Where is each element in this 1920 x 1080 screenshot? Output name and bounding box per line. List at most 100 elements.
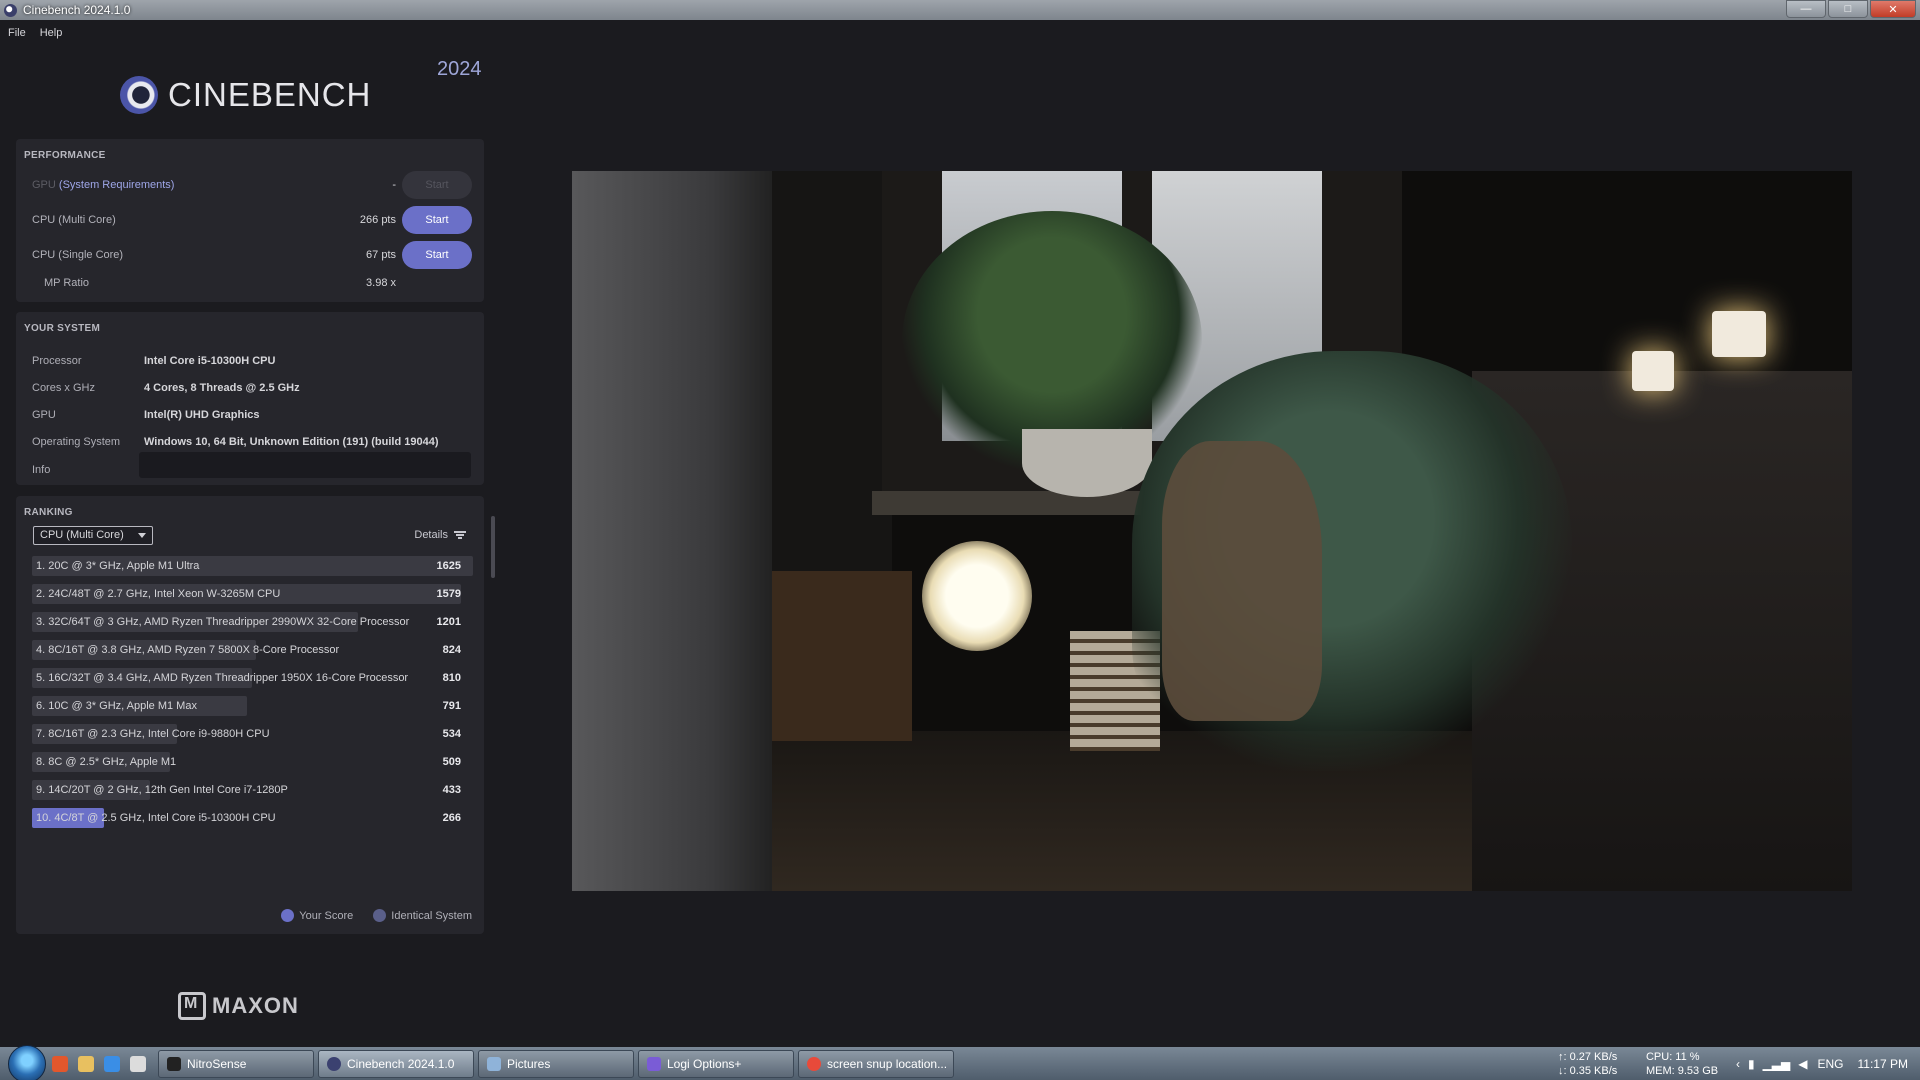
identical-system-dot-icon	[373, 909, 387, 922]
system-tray: ↑: 0.27 KB/s ↓: 0.35 KB/s CPU: 11 % MEM:…	[1558, 1047, 1920, 1080]
cpu-multi-label: CPU (Multi Core)	[32, 214, 116, 226]
system-key: Cores x GHz	[32, 382, 95, 394]
render-preview-image	[572, 171, 1852, 891]
network-speed: ↑: 0.27 KB/s ↓: 0.35 KB/s	[1558, 1050, 1638, 1078]
gpu-score: -	[392, 179, 396, 191]
taskbar-label: screen snup location...	[827, 1056, 948, 1071]
scrollbar[interactable]	[491, 516, 495, 578]
battery-icon[interactable]: ▮	[1748, 1057, 1755, 1071]
legend-your-score: Your Score	[281, 909, 353, 922]
ranking-name: 7. 8C/16T @ 2.3 GHz, Intel Core i9-9880H…	[36, 728, 270, 740]
ranking-row[interactable]: 4. 8C/16T @ 3.8 GHz, AMD Ryzen 7 5800X 8…	[32, 640, 473, 660]
language-indicator[interactable]: ENG	[1818, 1057, 1844, 1071]
browser-icon	[807, 1056, 821, 1071]
gear-icon[interactable]	[130, 1055, 146, 1072]
ranking-score: 824	[442, 644, 461, 656]
ranking-row[interactable]: 7. 8C/16T @ 2.3 GHz, Intel Core i9-9880H…	[32, 724, 473, 744]
taskbar-label: Cinebench 2024.1.0	[347, 1056, 455, 1071]
ranking-row[interactable]: 2. 24C/48T @ 2.7 GHz, Intel Xeon W-3265M…	[32, 584, 473, 604]
taskbar-pictures[interactable]: Pictures	[478, 1049, 634, 1078]
ranking-score: 791	[442, 700, 461, 712]
ranking-score: 509	[442, 756, 461, 768]
system-key: Operating System	[32, 436, 121, 448]
taskbar-nitrosense[interactable]: NitroSense	[158, 1049, 314, 1078]
system-value: Windows 10, 64 Bit, Unknown Edition (191…	[144, 436, 439, 448]
details-label: Details	[414, 529, 448, 541]
ranking-name: 3. 32C/64T @ 3 GHz, AMD Ryzen Threadripp…	[36, 616, 410, 628]
taskbar-label: Pictures	[507, 1056, 551, 1071]
ranking-name: 1. 20C @ 3* GHz, Apple M1 Ultra	[36, 560, 200, 572]
menu-file[interactable]: File	[8, 27, 26, 39]
ranking-name: 6. 10C @ 3* GHz, Apple M1 Max	[36, 700, 197, 712]
system-key: GPU	[32, 409, 56, 421]
maxon-logo-icon	[178, 992, 206, 1020]
cpu-single-row: CPU (Single Core) 67 pts Start	[16, 241, 484, 269]
close-button[interactable]: ✕	[1870, 0, 1916, 18]
ranking-row[interactable]: 9. 14C/20T @ 2 GHz, 12th Gen Intel Core …	[32, 780, 473, 800]
menu-help[interactable]: Help	[40, 27, 63, 39]
show-hidden-icons-chevron-icon[interactable]: ‹	[1736, 1057, 1740, 1071]
gpu-label: GPU (System Requirements)	[32, 179, 174, 191]
ranking-name: 4. 8C/16T @ 3.8 GHz, AMD Ryzen 7 5800X 8…	[36, 644, 340, 656]
taskbar-cinebench[interactable]: Cinebench 2024.1.0	[318, 1049, 474, 1078]
taskbar-logi-options[interactable]: Logi Options+	[638, 1049, 794, 1078]
taskbar-browser[interactable]: screen snup location...	[798, 1049, 954, 1078]
start-button[interactable]	[8, 1044, 46, 1080]
maximize-button[interactable]: □	[1828, 0, 1868, 18]
gpu-label-prefix: GPU	[32, 179, 56, 191]
window-controls: ― □ ✕	[1786, 0, 1916, 18]
clock[interactable]: 11:17 PM	[1858, 1057, 1908, 1071]
maxon-logo-text: MAXON	[212, 993, 299, 1018]
mp-ratio-value: 3.98 x	[366, 277, 396, 289]
chevron-down-icon	[138, 533, 146, 538]
ranking-legend: Your Score Identical System	[281, 909, 472, 922]
shazam-icon[interactable]	[104, 1055, 120, 1072]
mp-ratio-row: MP Ratio 3.98 x	[16, 269, 484, 297]
cpu-single-label: CPU (Single Core)	[32, 249, 124, 261]
firefox-icon[interactable]	[52, 1055, 68, 1072]
ranking-score: 1625	[436, 560, 461, 572]
cpu-single-start-button[interactable]: Start	[402, 241, 472, 269]
cpu-single-score: 67 pts	[366, 249, 396, 261]
info-input[interactable]	[139, 452, 471, 478]
system-value: Intel Core i5-10300H CPU	[144, 355, 276, 367]
folder-icon[interactable]	[78, 1055, 94, 1072]
volume-icon[interactable]: ◀	[1798, 1057, 1807, 1071]
mp-ratio-label: MP Ratio	[44, 277, 90, 289]
mem-usage: MEM: 9.53 GB	[1645, 1064, 1719, 1077]
ranking-mode-dropdown[interactable]: CPU (Multi Core)	[33, 526, 153, 545]
ranking-score: 1201	[436, 616, 461, 628]
system-header: YOUR SYSTEM	[24, 323, 101, 334]
cpu-multi-score: 266 pts	[359, 214, 396, 226]
cinebench-app-icon	[4, 3, 17, 17]
ranking-row[interactable]: 3. 32C/64T @ 3 GHz, AMD Ryzen Threadripp…	[32, 612, 473, 632]
ranking-row[interactable]: 1. 20C @ 3* GHz, Apple M1 Ultra 1625	[32, 556, 473, 576]
signal-icon[interactable]: ▁▃▅	[1763, 1057, 1791, 1071]
net-down: ↓: 0.35 KB/s	[1557, 1064, 1618, 1077]
ranking-row[interactable]: 8. 8C @ 2.5* GHz, Apple M1 509	[32, 752, 473, 772]
system-key: Info	[32, 464, 51, 476]
net-up: ↑: 0.27 KB/s	[1557, 1050, 1618, 1063]
gpu-start-button[interactable]: Start	[402, 171, 472, 199]
taskbar-label: NitroSense	[187, 1056, 247, 1071]
legend-your-score-label: Your Score	[299, 909, 354, 922]
ranking-row[interactable]: 10. 4C/8T @ 2.5 GHz, Intel Core i5-10300…	[32, 808, 473, 828]
system-requirements-link[interactable]: (System Requirements)	[59, 179, 175, 191]
ranking-score: 534	[442, 728, 461, 740]
cpu-multi-start-button[interactable]: Start	[402, 206, 472, 234]
tray-icons: ‹ ▮ ▁▃▅ ◀	[1736, 1057, 1808, 1071]
logi-icon	[647, 1056, 661, 1071]
taskbar-label: Logi Options+	[667, 1056, 742, 1071]
minimize-button[interactable]: ―	[1786, 0, 1826, 18]
ranking-row[interactable]: 6. 10C @ 3* GHz, Apple M1 Max 791	[32, 696, 473, 716]
ranking-panel: RANKING CPU (Multi Core) Details 1. 20C …	[16, 496, 484, 934]
gpu-row: GPU (System Requirements) - Start	[16, 171, 484, 199]
ranking-score: 266	[442, 812, 461, 824]
your-score-dot-icon	[281, 909, 295, 922]
cinebench-icon	[327, 1056, 341, 1071]
ranking-row[interactable]: 5. 16C/32T @ 3.4 GHz, AMD Ryzen Threadri…	[32, 668, 473, 688]
details-button[interactable]: Details	[414, 529, 466, 541]
system-value: Intel(R) UHD Graphics	[144, 409, 260, 421]
performance-header: PERFORMANCE	[24, 150, 106, 161]
system-value: 4 Cores, 8 Threads @ 2.5 GHz	[144, 382, 300, 394]
